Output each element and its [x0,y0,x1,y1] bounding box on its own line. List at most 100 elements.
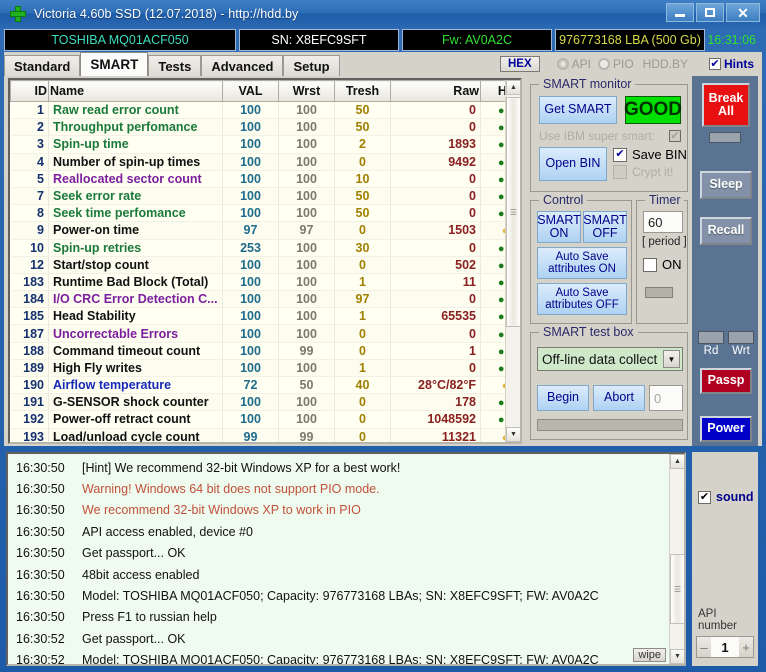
col-header-wrst[interactable]: Wrst [278,80,335,102]
table-row[interactable]: 4Number of spin-up times10010009492●●●●● [10,153,520,171]
use-ibm-super-smart-label: Use IBM super smart: [539,129,656,143]
hints-checkbox-group[interactable]: ✔ Hints [709,57,754,71]
col-header-raw[interactable]: Raw [390,80,481,102]
begin-test-button[interactable]: Begin [537,385,589,411]
log-panel[interactable]: 16:30:50 [Hint] We recommend 32-bit Windo… [6,452,686,666]
col-header-id[interactable]: ID [10,80,49,102]
hints-checkbox[interactable]: ✔ [709,58,721,70]
save-bin-checkbox[interactable]: ✔ [613,147,627,162]
table-row[interactable]: 12Start/stop count1001000502●●●●● [10,256,520,274]
table-row[interactable]: 5Reallocated sector count100100100●●●●● [10,170,520,188]
col-header-tresh[interactable]: Tresh [334,80,391,102]
test-progress-bar [537,419,683,431]
autosave-attributes-off-button[interactable]: Auto Save attributes OFF [537,283,627,315]
use-ibm-super-smart-checkbox[interactable]: ✔ [669,130,681,142]
save-bin-row[interactable]: ✔ Save BIN [613,147,687,162]
cell-tresh: 0 [334,393,391,412]
test-type-select[interactable]: Off-line data collect ▼ [537,347,683,371]
cell-val: 100 [222,153,279,171]
close-button[interactable]: ✕ [726,3,760,22]
log-scrollbar[interactable]: ▲ ☰ ▼ [669,454,684,664]
col-header-name[interactable]: Name [48,80,223,102]
passport-button[interactable]: Passp [700,368,752,394]
table-row[interactable]: 190Airflow temperature72504028°C/82°F●●●… [10,376,520,395]
tab-tests[interactable]: Tests [148,55,202,76]
tab-standard[interactable]: Standard [4,55,81,76]
power-button[interactable]: Power [700,416,752,442]
col-header-val[interactable]: VAL [222,80,279,102]
table-row[interactable]: 191G-SENSOR shock counter1001000178●●●●● [10,393,520,412]
cell-val: 100 [222,273,279,292]
sound-checkbox-group[interactable]: ✔ sound [692,452,758,504]
table-scroll-thumb[interactable]: ☰ [506,97,520,327]
log-scroll-up-arrow[interactable]: ▲ [670,454,684,469]
table-row[interactable]: 8Seek time perfomance100100500●●●●● [10,204,520,223]
break-all-button[interactable]: Break All [702,83,750,127]
open-bin-button[interactable]: Open BIN [539,147,607,181]
use-ibm-super-smart-row[interactable]: Use IBM super smart: ✔ [539,129,681,143]
tab-setup[interactable]: Setup [283,55,340,76]
window-controls: ✕ [666,3,760,22]
timer-on-row[interactable]: ON [643,257,682,272]
table-row[interactable]: 183Runtime Bad Block (Total)100100111●●●… [10,273,520,292]
wipe-log-button[interactable]: wipe [633,648,666,662]
crypt-row[interactable]: Crypt it! [613,165,673,179]
cell-val: 97 [222,221,279,240]
cell-val: 100 [222,290,279,309]
table-row[interactable]: 192 Power-off retract count 100 100 0 1048592… [10,410,520,429]
recall-button[interactable]: Recall [700,217,752,245]
table-row[interactable]: 3Spin-up time10010021893●●●●● [10,135,520,154]
bottom-right-strip: ✔ sound API number – 1 + [692,452,758,666]
crypt-checkbox[interactable] [613,165,627,179]
table-scrollbar[interactable]: ▲ ☰ ▼ [505,80,520,442]
api-number-increment-button[interactable]: + [739,637,753,657]
api-number-stepper[interactable]: – 1 + [696,636,754,658]
smart-off-button[interactable]: SMART OFF [583,211,627,243]
tab-advanced[interactable]: Advanced [201,55,284,76]
cell-id: 3 [10,135,49,154]
log-timestamp: 16:30:50 [16,589,65,604]
api-number-decrement-button[interactable]: – [697,637,711,657]
pio-radio[interactable] [597,58,610,70]
table-row[interactable]: 1Raw read error count100100500●●●●● [10,101,520,120]
sleep-button[interactable]: Sleep [700,171,752,199]
table-row[interactable]: 10Spin-up retries253100300●●●●● [10,239,520,257]
cell-name: Start/stop count [48,256,223,274]
test-progress-input[interactable]: 0 [649,385,683,411]
table-row[interactable]: 187Uncorrectable Errors10010000●●●●● [10,324,520,343]
cell-wrst: 100 [278,290,335,309]
table-row[interactable]: 193Load/unload cycle count9999011321●●●● [10,428,520,442]
table-row[interactable]: 184 I/O CRC Error Detection C... 100 100 97 0… [10,290,520,309]
minimize-button[interactable] [666,3,694,22]
cell-wrst: 100 [278,187,335,206]
log-line: 16:30:52 Get passport... OK [8,628,684,649]
hex-button[interactable]: HEX [499,56,540,72]
maximize-button[interactable] [696,3,724,22]
log-scroll-down-arrow[interactable]: ▼ [670,649,684,664]
timer-period-input[interactable]: 60 [643,211,683,233]
table-row[interactable]: 2Throughput perfomance100100500●●●●● [10,118,520,137]
device-firmware: Fw: AV0A2C [402,29,552,51]
crypt-label: Crypt it! [632,165,674,179]
table-row[interactable]: 188Command timeout count1009901●●●●● [10,342,520,360]
smart-monitor-legend: SMART monitor [539,77,636,91]
table-row[interactable]: 7Seek error rate100100500●●●●● [10,187,520,206]
autosave-attributes-on-button[interactable]: Auto Save attributes ON [537,247,627,279]
get-smart-button[interactable]: Get SMART [539,96,617,124]
chevron-down-icon[interactable]: ▼ [663,350,680,368]
autosave-on-label-1: Auto Save [555,250,609,263]
cell-id: 192 [10,410,49,429]
table-row[interactable]: 189High Fly writes10010010●●●●● [10,359,520,378]
tab-smart[interactable]: SMART [80,52,149,76]
smart-on-button[interactable]: SMART ON [537,211,581,243]
cell-wrst: 100 [278,359,335,378]
scroll-up-arrow[interactable]: ▲ [506,80,520,95]
scroll-down-arrow[interactable]: ▼ [506,427,520,442]
abort-test-button[interactable]: Abort [593,385,645,411]
table-row[interactable]: 185Head Stability100100165535●●●●● [10,307,520,326]
sound-checkbox[interactable]: ✔ [698,490,711,504]
table-row[interactable]: 9Power-on time979701503●●●● [10,221,520,240]
timer-on-checkbox[interactable] [643,257,657,272]
api-radio[interactable] [556,58,569,70]
log-scroll-thumb[interactable]: ☰ [670,554,684,624]
